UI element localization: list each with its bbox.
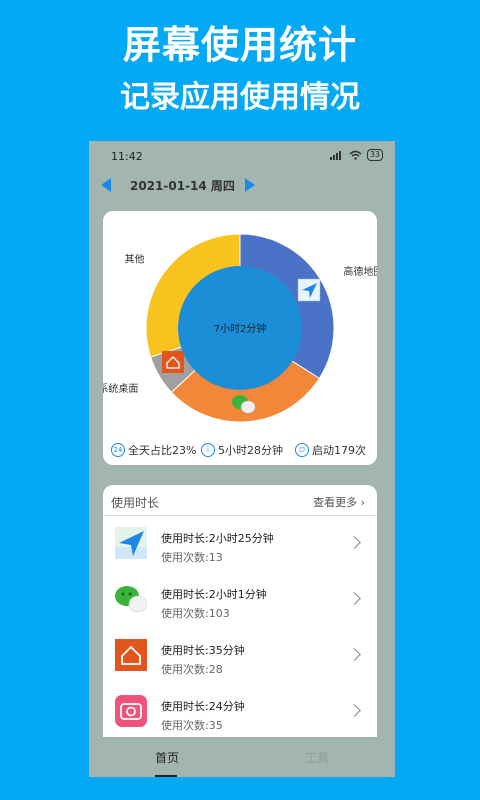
usage-duration: 使用时长:2小时25分钟: [161, 532, 274, 545]
bottom-tab-bar: 首页 工具: [89, 737, 395, 777]
current-date[interactable]: 2021-01-14 周四: [130, 177, 235, 194]
slice-label: 高德地图: [343, 265, 377, 278]
tab-home[interactable]: 首页: [155, 749, 179, 766]
share-text: 全天占比23%: [128, 444, 197, 457]
tab-tools[interactable]: 工具: [305, 749, 329, 766]
power-icon: ⏻: [295, 443, 309, 457]
donut-chart: 7小时2分钟 高德地图微信系统桌面其他: [103, 233, 377, 423]
status-bar: 11:42 33: [89, 141, 395, 171]
info-icon: i: [201, 443, 215, 457]
launches-text: 启动179次: [312, 444, 366, 457]
battery-icon: 33: [366, 149, 383, 161]
usage-count: 使用次数:103: [161, 607, 230, 620]
usage-duration: 使用时长:2小时1分钟: [161, 588, 267, 601]
usage-duration: 使用时长:35分钟: [161, 644, 245, 657]
duration-text: 5小时28分钟: [218, 444, 283, 457]
donut-center-label: 7小时2分钟: [214, 322, 267, 335]
list-item[interactable]: 使用时长:24分钟 使用次数:35: [103, 687, 377, 743]
usage-duration: 使用时长:24分钟: [161, 700, 245, 713]
slice-label: 系统桌面: [103, 382, 138, 395]
list-item[interactable]: 使用时长:2小时25分钟 使用次数:13: [103, 519, 377, 575]
home-launcher-icon: [115, 639, 147, 671]
promo-title: 屏幕使用统计: [122, 23, 357, 67]
list-item[interactable]: 使用时长:35分钟 使用次数:28: [103, 631, 377, 687]
view-more-label: 查看更多: [313, 496, 358, 509]
promo-subtitle: 记录应用使用情况: [120, 80, 360, 115]
usage-list-card: 使用时长 查看更多 › 使用时长:2小时25分钟 使用次数:13 使用时长:2小…: [103, 485, 377, 777]
view-more-link[interactable]: 查看更多 ›: [313, 494, 365, 510]
share-stat: 24 全天占比23%: [111, 442, 196, 458]
camera-icon: [115, 695, 147, 727]
wifi-icon: [349, 150, 362, 160]
usage-count: 使用次数:13: [161, 551, 223, 564]
slice-label: 其他: [125, 253, 145, 266]
chevron-right-icon: [348, 704, 361, 717]
next-day-arrow-icon[interactable]: [245, 178, 255, 192]
status-icons: 33: [329, 149, 383, 161]
clock-24-icon: 24: [111, 443, 125, 457]
status-time: 11:42: [111, 150, 143, 163]
home-launcher-icon: [162, 351, 184, 373]
usage-count: 使用次数:35: [161, 719, 223, 732]
daily-stats: 24 全天占比23% i 5小时28分钟 ⏻ 启动179次: [103, 439, 377, 459]
amap-icon: [297, 278, 321, 302]
launches-stat: ⏻ 启动179次: [295, 442, 366, 458]
signal-icon: [329, 150, 341, 160]
tab-active-indicator: [155, 775, 177, 777]
chevron-right-icon: [348, 592, 361, 605]
usage-chart-card: 7小时2分钟 高德地图微信系统桌面其他 24 全天占比: [103, 211, 377, 465]
usage-list-header: 使用时长 查看更多 ›: [103, 485, 377, 516]
prev-day-arrow-icon[interactable]: [101, 178, 111, 192]
date-navigator: 2021-01-14 周四: [89, 174, 395, 200]
amap-icon: [115, 527, 147, 559]
phone-screen: 11:42 33 2021-01-14 周四 7小时2分钟 高德地图微信系统桌面…: [89, 141, 395, 777]
chevron-right-icon: [348, 536, 361, 549]
usage-list-title: 使用时长: [111, 496, 160, 510]
wechat-icon: [115, 586, 147, 613]
duration-stat: i 5小时28分钟: [201, 442, 283, 458]
chevron-right-icon: [348, 648, 361, 661]
usage-count: 使用次数:28: [161, 663, 223, 676]
list-item[interactable]: 使用时长:2小时1分钟 使用次数:103: [103, 575, 377, 631]
